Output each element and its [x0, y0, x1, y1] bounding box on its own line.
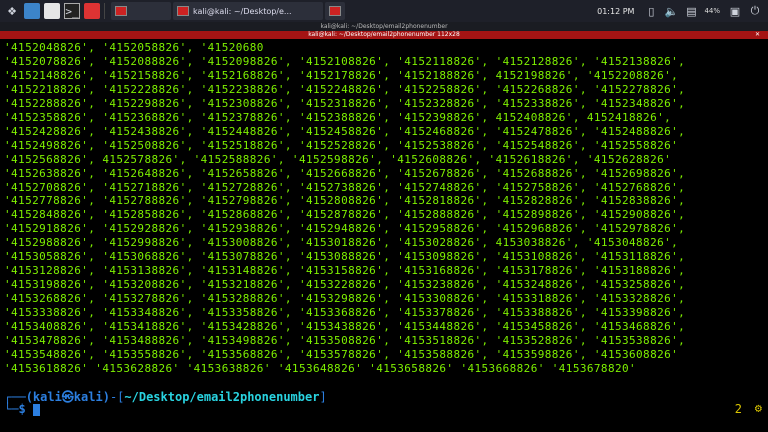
kali-menu-icon[interactable]: ❖ [4, 3, 20, 19]
window-title: kali@kali: ~/Desktop/email2phonenumber [320, 23, 448, 30]
output-line: '4152218826', '4152228826', '4152238826'… [4, 82, 686, 96]
output-line: '4153548826', '4153558826', '4153568826'… [4, 347, 679, 361]
clock[interactable]: 01:12 PM [597, 7, 634, 16]
terminal-window-icon [177, 6, 189, 16]
output-line: '4153338826', '4153348826', '4153358826'… [4, 306, 686, 320]
output-line: '4153198826', '4153208826', '4153218826'… [4, 278, 686, 292]
prompt-corner-bottom: └─ [4, 402, 19, 416]
taskbar-item-label: kali@kali: ~/Desktop/e... [193, 6, 292, 16]
panel-divider [104, 3, 105, 19]
output-line: '4152288826', '4152298826', '4152308826'… [4, 96, 686, 110]
output-line: '4152778826', '4152788826', '4152798826'… [4, 194, 686, 208]
window-titlebar[interactable]: kali@kali: ~/Desktop/email2phonenumber [0, 22, 768, 31]
taskbar-item-terminal[interactable]: kali@kali: ~/Desktop/e... [173, 2, 323, 20]
prompt-dash: -[ [109, 390, 125, 404]
browser-icon[interactable] [84, 3, 100, 19]
browser-window-icon [329, 6, 341, 16]
volume-icon[interactable]: 🔈 [664, 4, 679, 18]
output-line: '4153408826', '4153418826', '4153428826'… [4, 320, 686, 333]
top-panel: ❖ >_ kali@kali: ~/Desktop/e... 01:12 PM … [0, 0, 768, 22]
prompt-close: ] [319, 390, 327, 404]
output-line: '4152568826', 4152578826', '4152588826',… [4, 152, 672, 166]
output-line: '4152358826', '4152368826', '4152378826'… [4, 110, 672, 124]
output-line: '4153128826', '4153138826', '4153148826'… [4, 264, 686, 278]
output-line: '4152078826', '4152088826', '4152098826'… [4, 54, 686, 68]
output-line: '4152988826', '4152998826', '4153008826'… [4, 236, 679, 250]
output-line: '4152918826', '4152928826', '4152938826'… [4, 222, 686, 236]
output-line: '4153058826', '4153068826', '4153078826'… [4, 250, 686, 264]
job-count: 2 [734, 402, 742, 416]
network-icon[interactable]: ▤ [684, 4, 698, 18]
tab-close-icon[interactable]: ✕ [755, 31, 760, 39]
battery-percent[interactable]: 44% [704, 7, 720, 15]
output-line: '4152048826', '4152058826', '41520680 [4, 41, 264, 54]
terminal-tab-title: kali@kali: ~/Desktop/email2phonenumber 1… [308, 31, 460, 38]
notification-icon[interactable]: ▯ [644, 4, 658, 18]
prompt-path: ~/Desktop/email2phonenumber [124, 390, 320, 404]
terminal-output[interactable]: '4152048826', '4152058826', '41520680'41… [0, 39, 768, 432]
prompt-line: ┌──(kali㉿kali)-[~/Desktop/email2phonenum… [4, 388, 327, 405]
panel-tray: 01:12 PM ▯ 🔈 ▤ 44% ▣ ⏻ [597, 0, 768, 22]
output-line: '4152638826', '4152648826', '4152658826'… [4, 166, 686, 180]
terminal-tab-bar[interactable]: kali@kali: ~/Desktop/email2phonenumber 1… [0, 31, 768, 39]
window-thumbnail-icon [115, 6, 127, 16]
output-line: '4153478826', '4153488826', '4153498826'… [4, 333, 686, 347]
output-line: '4153618826' '4153628826' '4153638826' '… [4, 361, 637, 375]
prompt-input-line[interactable]: └─$ [4, 402, 40, 416]
output-line: '4152848826', '4152858826', '4152868826'… [4, 208, 686, 222]
gear-icon: ⚙ [754, 401, 762, 415]
prompt-symbol: $ [18, 402, 26, 416]
files-icon[interactable] [44, 3, 60, 19]
workspace-blue-icon[interactable] [24, 3, 40, 19]
workspace-switcher[interactable] [111, 2, 171, 20]
lock-icon[interactable]: ▣ [728, 4, 742, 18]
terminal-icon[interactable]: >_ [64, 3, 80, 19]
output-line: '4152708826', '4152718826', '4152728826'… [4, 180, 686, 194]
output-line: '4153268826', '4153278826', '4153288826'… [4, 292, 686, 306]
power-icon[interactable]: ⏻ [748, 4, 762, 18]
output-line: '4152428826', '4152438826', '4152448826'… [4, 124, 686, 138]
output-line: '4152498826', '4152508826', '4152518826'… [4, 138, 679, 152]
output-line: '4152148826', '4152158826', '4152168826'… [4, 68, 679, 82]
text-cursor [32, 403, 40, 416]
taskbar-item-browser[interactable] [325, 2, 345, 20]
